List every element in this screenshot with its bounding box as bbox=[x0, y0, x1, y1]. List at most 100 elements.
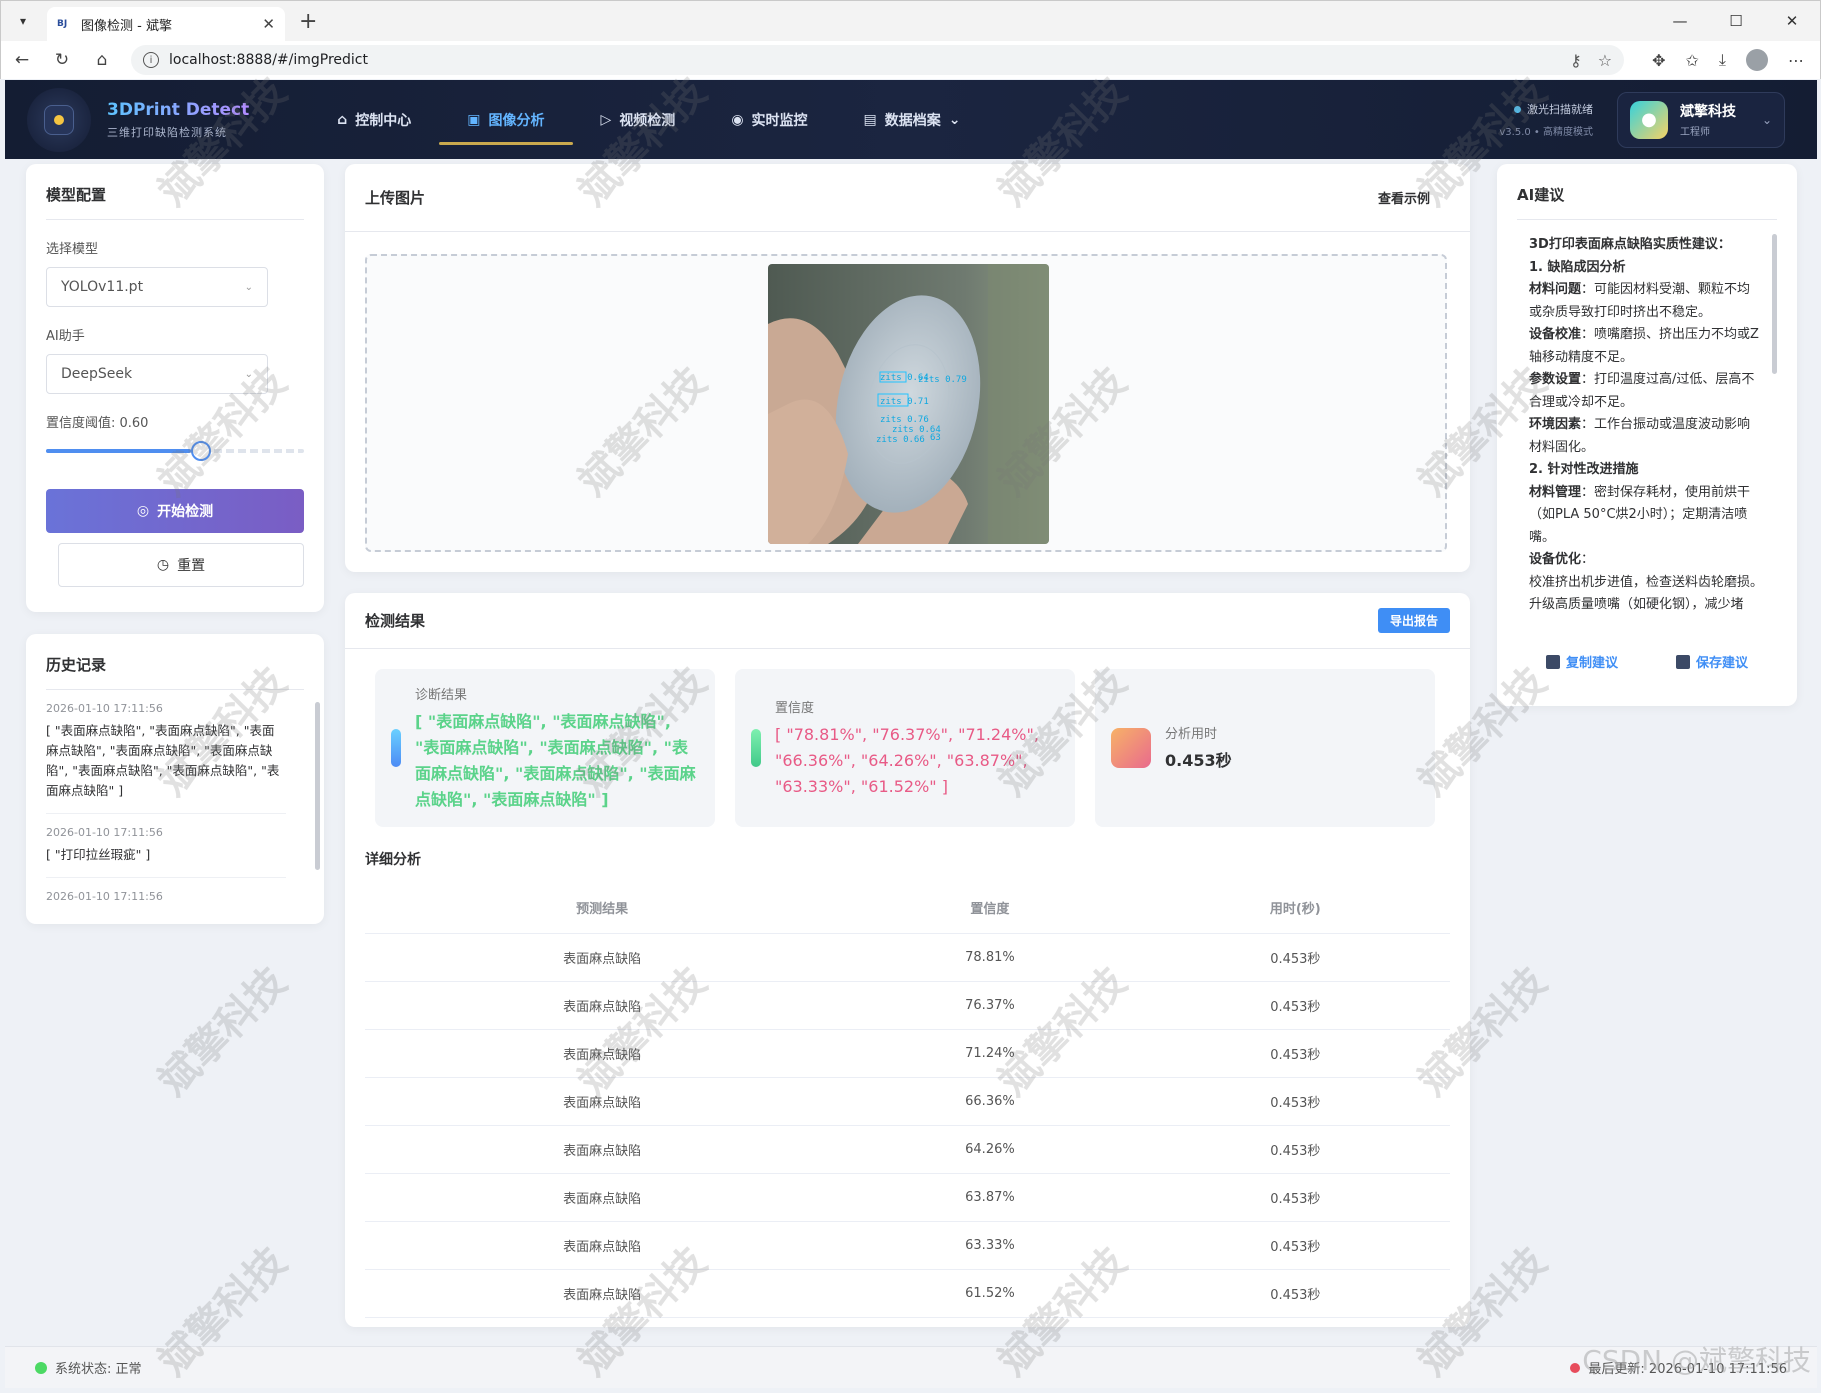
export-report-button[interactable]: 导出报告 bbox=[1377, 608, 1450, 633]
user-menu[interactable]: ● 斌擎科技 工程师 ⌄ bbox=[1617, 91, 1785, 148]
panel-title: 上传图片 bbox=[365, 189, 426, 207]
nav-item-video-detection[interactable]: ▷ 视频检测 bbox=[573, 80, 704, 159]
table-cell: 0.453秒 bbox=[1140, 1221, 1450, 1270]
detection-box-label: zits 0.76 bbox=[880, 415, 929, 425]
history-panel: 历史记录 2026-01-10 17:11:56 [ "表面麻点缺陷", "表面… bbox=[26, 634, 324, 924]
ai-advice-heading: 设备校准 bbox=[1529, 327, 1582, 342]
extensions-icon[interactable]: ✥ bbox=[1652, 51, 1665, 70]
ai-advice-text: 校准挤出机步进值，检查送料齿轮磨损。 bbox=[1529, 574, 1764, 590]
ai-advice-line: 1. 缺陷成因分析 bbox=[1529, 257, 1763, 280]
table-row: 表面麻点缺陷 78.81% 0.453秒 bbox=[365, 933, 1450, 982]
browser-tab[interactable]: BJ 图像检测 - 斌擎 ✕ bbox=[47, 7, 285, 41]
system-status: 系统状态: 正常 bbox=[55, 1362, 142, 1377]
nav-item-live-monitor[interactable]: ◉ 实时监控 bbox=[703, 80, 835, 159]
list-item[interactable]: 2026-01-10 17:11:56 [ "表面麻点缺陷", "表面麻点缺陷"… bbox=[46, 690, 286, 814]
reset-label: 重置 bbox=[177, 558, 206, 574]
copy-advice-button[interactable]: 复制建议 bbox=[1545, 652, 1618, 671]
watermark-text: 斌擎科技 bbox=[149, 958, 296, 1105]
history-time: 2026-01-10 17:11:56 bbox=[46, 702, 163, 715]
table-cell: 61.52% bbox=[839, 1269, 1141, 1318]
minimize-icon[interactable]: — bbox=[1652, 1, 1708, 41]
history-list: 2026-01-10 17:11:56 [ "表面麻点缺陷", "表面麻点缺陷"… bbox=[46, 690, 304, 900]
panel-title: AI建议 bbox=[1517, 186, 1565, 204]
save-advice-button[interactable]: 保存建议 bbox=[1675, 652, 1748, 671]
table-cell: 表面麻点缺陷 bbox=[365, 933, 840, 982]
upload-dropzone[interactable]: zits 0.64 zits 0.79 zits 0.71 zits 0.76 … bbox=[365, 254, 1447, 552]
detection-box-label: zits 0.79 bbox=[918, 375, 967, 385]
scanner-status: 激光扫描就绪 v3.5.0 • 高精度模式 bbox=[1499, 101, 1593, 138]
star-icon[interactable]: ☆ bbox=[1598, 51, 1612, 70]
browser-chrome: ▾ BJ 图像检测 - 斌擎 ✕ + — ☐ ✕ ← ↻ ⌂ i localho… bbox=[0, 0, 1821, 79]
ai-advice-heading: 设备优化 bbox=[1529, 552, 1582, 567]
table-cell: 76.37% bbox=[839, 981, 1141, 1030]
tab-list-button[interactable]: ▾ bbox=[9, 8, 37, 34]
scrollbar[interactable] bbox=[1772, 234, 1777, 374]
history-text: [ "打印拉丝瑕疵" ] bbox=[46, 847, 151, 862]
view-example-link[interactable]: 查看示例 bbox=[1378, 188, 1430, 207]
ai-advice-line: 校准挤出机步进值，检查送料齿轮磨损。 bbox=[1529, 572, 1763, 595]
table-cell: 78.81% bbox=[839, 933, 1141, 982]
key-icon[interactable]: ⚷ bbox=[1570, 51, 1582, 70]
nav-item-image-analysis[interactable]: ▣ 图像分析 bbox=[439, 80, 573, 159]
column-header: 预测结果 bbox=[365, 883, 840, 934]
start-detect-label: 开始检测 bbox=[157, 504, 214, 520]
new-tab-icon[interactable]: + bbox=[299, 9, 317, 34]
model-select[interactable]: YOLOv11.pt ⌄ bbox=[46, 267, 268, 307]
close-icon[interactable]: ✕ bbox=[262, 15, 275, 33]
table-cell: 63.33% bbox=[839, 1221, 1141, 1270]
ai-advice-text: ： bbox=[1581, 552, 1595, 567]
maximize-icon[interactable]: ☐ bbox=[1708, 1, 1764, 41]
table-cell: 表面麻点缺陷 bbox=[365, 1269, 840, 1318]
start-detect-button[interactable]: ◎ 开始检测 bbox=[46, 489, 304, 533]
reload-icon[interactable]: ↻ bbox=[51, 50, 73, 70]
info-icon[interactable]: i bbox=[143, 52, 159, 68]
more-icon[interactable]: ⋯ bbox=[1788, 51, 1804, 70]
nav-item-data-archive[interactable]: ▤ 数据档案 ⌄ bbox=[836, 80, 989, 159]
table-cell: 0.453秒 bbox=[1140, 1125, 1450, 1174]
ai-assistant-select[interactable]: DeepSeek ⌄ bbox=[46, 354, 268, 394]
nav-label: 控制中心 bbox=[355, 112, 412, 129]
status-ok-icon bbox=[35, 1361, 47, 1374]
table-cell: 0.453秒 bbox=[1140, 1077, 1450, 1126]
detection-box-label: zits 0.66 bbox=[876, 435, 925, 445]
download-icon[interactable]: ⤓ bbox=[1719, 50, 1726, 70]
results-panel: 检测结果 导出报告 诊断结果 [ "表面麻点缺陷", "表面麻点缺陷", "表面… bbox=[345, 593, 1470, 1327]
profile-avatar[interactable] bbox=[1746, 49, 1768, 71]
url-text: localhost:8888/#/imgPredict bbox=[169, 52, 368, 68]
ai-advice-line: 2. 针对性改进措施 bbox=[1529, 459, 1763, 482]
back-icon[interactable]: ← bbox=[11, 50, 33, 70]
table-row: 表面麻点缺陷 71.24% 0.453秒 bbox=[365, 1029, 1450, 1078]
ai-advice-line: 环境因素：工作台振动或温度波动影响材料固化。 bbox=[1529, 414, 1763, 459]
ai-advice-panel: AI建议 3D打印表面麻点缺陷实质性建议： 1. 缺陷成因分析 材料问题：可能因材料… bbox=[1497, 164, 1797, 706]
clock-icon: ◷ bbox=[156, 557, 170, 573]
ai-advice-content: 3D打印表面麻点缺陷实质性建议： 1. 缺陷成因分析 材料问题：可能因材料受潮、颗粒… bbox=[1517, 234, 1777, 626]
home-icon[interactable]: ⌂ bbox=[91, 50, 113, 70]
stat-label: 诊断结果 bbox=[415, 687, 468, 703]
slider-handle[interactable] bbox=[190, 441, 211, 461]
close-window-icon[interactable]: ✕ bbox=[1764, 1, 1820, 41]
detail-title: 详细分析 bbox=[365, 852, 421, 868]
chevron-down-icon: ▾ bbox=[19, 14, 27, 28]
main-nav: ⌂ 控制中心 ▣ 图像分析 ▷ 视频检测 ◉ 实时监控 ▤ 数据档案 ⌄ bbox=[309, 80, 988, 159]
nav-item-control-center[interactable]: ⌂ 控制中心 bbox=[309, 80, 439, 159]
url-field[interactable]: i localhost:8888/#/imgPredict ⚷ ☆ bbox=[131, 45, 1625, 75]
ai-label: AI助手 bbox=[46, 329, 85, 344]
reset-button[interactable]: ◷ 重置 bbox=[58, 543, 304, 587]
nav-label: 数据档案 bbox=[884, 112, 941, 129]
ai-advice-line: 参数设置：打印温度过高/过低、层高不合理或冷却不足。 bbox=[1529, 369, 1763, 414]
app-header: 3DPrint Detect 三维打印缺陷检测系统 ⌂ 控制中心 ▣ 图像分析 … bbox=[5, 80, 1817, 159]
ai-advice-heading: 2. 针对性改进措施 bbox=[1529, 462, 1639, 477]
list-item[interactable]: 2026-01-10 17:11:56 bbox=[46, 878, 286, 900]
ai-advice-text: 升级高质量喷嘴（如硬化钢），减少堵 bbox=[1529, 597, 1744, 612]
scrollbar[interactable] bbox=[315, 702, 320, 870]
timer-icon bbox=[1111, 728, 1151, 768]
tab-title: 图像检测 - 斌擎 bbox=[81, 18, 172, 34]
diagnosis-value: [ "表面麻点缺陷", "表面麻点缺陷", "表面麻点缺陷", "表面麻点缺陷"… bbox=[415, 711, 696, 809]
ai-advice-heading: 材料管理 bbox=[1529, 484, 1582, 500]
threshold-slider[interactable] bbox=[46, 441, 304, 461]
list-item[interactable]: 2026-01-10 17:11:56 [ "打印拉丝瑕疵" ] bbox=[46, 814, 286, 878]
table-row: 表面麻点缺陷 64.26% 0.453秒 bbox=[365, 1125, 1450, 1174]
detail-table: 预测结果 置信度 用时(秒) 表面麻点缺陷 78.81% 0.453秒 表面麻点缺陷 7… bbox=[365, 883, 1450, 1318]
copy-icon bbox=[1545, 654, 1560, 669]
favorites-icon[interactable]: ✩ bbox=[1686, 51, 1699, 70]
